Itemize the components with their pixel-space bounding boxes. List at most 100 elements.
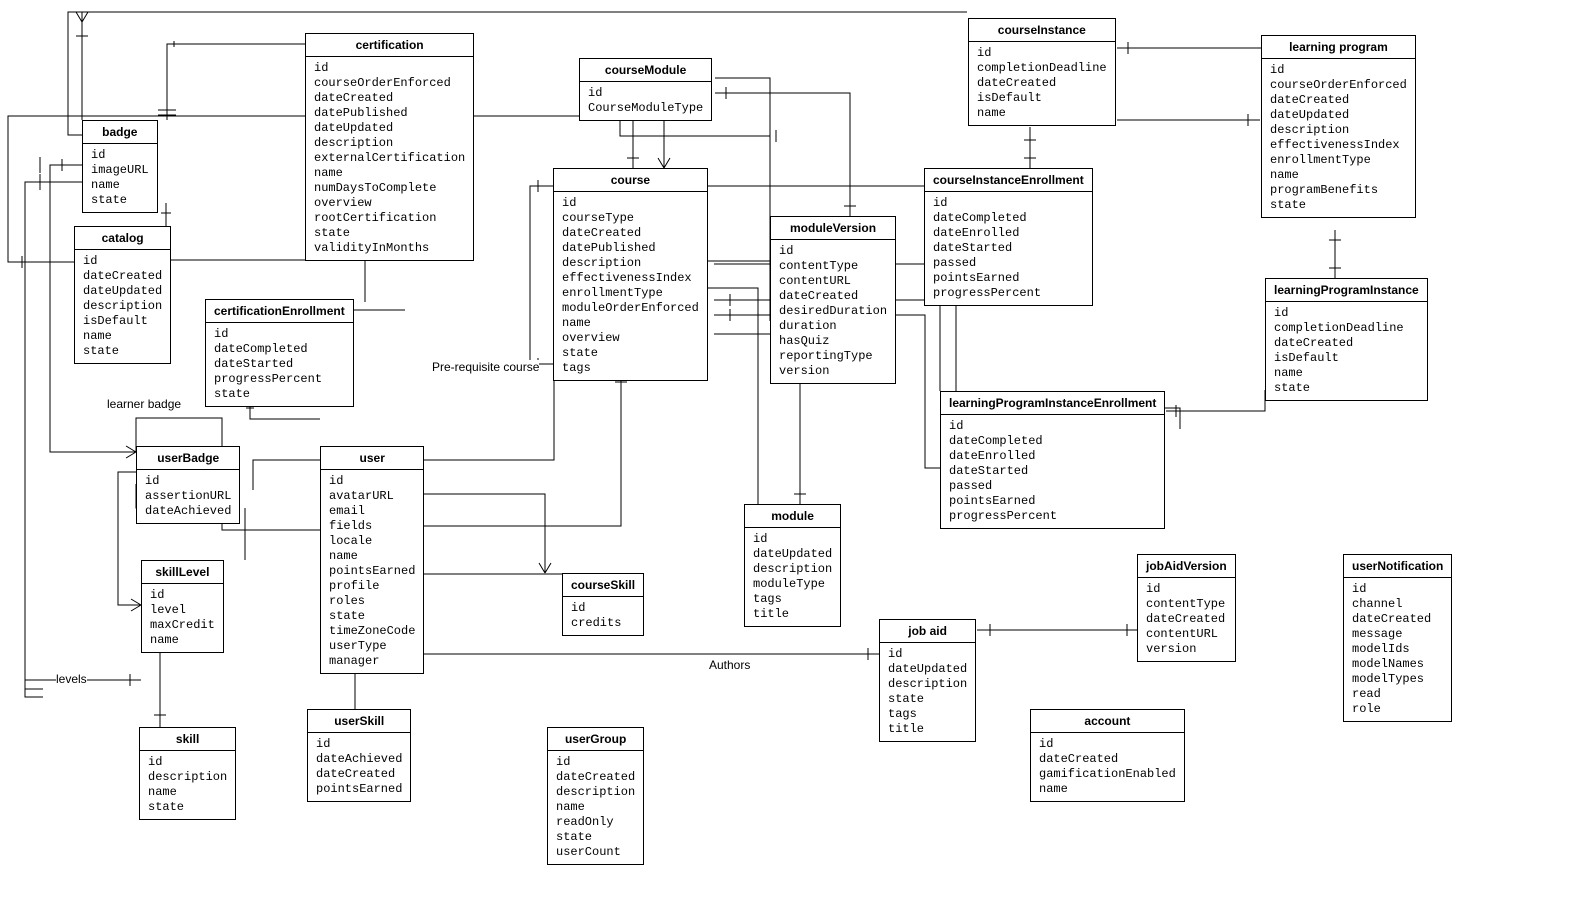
entity-skill: skilliddescriptionnamestate — [139, 727, 236, 820]
entity-attr: enrollmentType — [562, 286, 699, 301]
entity-attr: id — [316, 737, 402, 752]
entity-attr: modelTypes — [1352, 672, 1443, 687]
entity-attr: read — [1352, 687, 1443, 702]
entity-attr: description — [1270, 123, 1407, 138]
entity-skillLevel: skillLevelidlevelmaxCreditname — [141, 560, 224, 653]
entity-attr: id — [779, 244, 887, 259]
entity-courseModule: courseModuleidCourseModuleType — [579, 58, 712, 121]
entity-attr: modelIds — [1352, 642, 1443, 657]
entity-attr: id — [145, 474, 231, 489]
entity-attr: desiredDuration — [779, 304, 887, 319]
entity-attr: id — [562, 196, 699, 211]
entity-attr: dateEnrolled — [933, 226, 1084, 241]
entity-attr: dateCreated — [83, 269, 162, 284]
entity-attr: overview — [562, 331, 699, 346]
entity-attr: enrollmentType — [1270, 153, 1407, 168]
entity-attr: timeZoneCode — [329, 624, 415, 639]
entity-attr: dateUpdated — [83, 284, 162, 299]
entity-attrs: iddateCompleteddateEnrolleddateStartedpa… — [941, 415, 1164, 528]
entity-attrs: idcourseOrderEnforceddateCreateddatePubl… — [306, 57, 473, 260]
entity-attr: description — [314, 136, 465, 151]
entity-attr: tags — [753, 592, 832, 607]
entity-attrs: idcourseOrderEnforceddateCreateddateUpda… — [1262, 59, 1415, 217]
entity-jobaid: job aididdateUpdateddescriptionstatetags… — [879, 619, 976, 742]
entity-attr: effectivenessIndex — [1270, 138, 1407, 153]
relationship-label: Pre-requisite course — [432, 360, 539, 374]
entity-attrs: iddateCreateddescriptionnamereadOnlystat… — [548, 751, 643, 864]
entity-attrs: idcredits — [563, 597, 643, 635]
entity-attr: name — [562, 316, 699, 331]
entity-attr: state — [1274, 381, 1419, 396]
entity-title: userSkill — [308, 710, 410, 733]
entity-title: certification — [306, 34, 473, 57]
entity-courseInstance: courseInstanceidcompletionDeadlinedateCr… — [968, 18, 1116, 126]
entity-attr: numDaysToComplete — [314, 181, 465, 196]
entity-attr: isDefault — [83, 314, 162, 329]
entity-attr: assertionURL — [145, 489, 231, 504]
entity-attr: progressPercent — [214, 372, 345, 387]
entity-attr: id — [949, 419, 1156, 434]
entity-attr: state — [888, 692, 967, 707]
entity-catalog: catalogiddateCreateddateUpdateddescripti… — [74, 226, 171, 364]
entity-title: courseModule — [580, 59, 711, 82]
entity-attr: dateCompleted — [949, 434, 1156, 449]
entity-attr: role — [1352, 702, 1443, 717]
entity-title: learningProgramInstanceEnrollment — [941, 392, 1164, 415]
entity-attrs: idcompletionDeadlinedateCreatedisDefault… — [1266, 302, 1427, 400]
entity-attrs: iddateAchieveddateCreatedpointsEarned — [308, 733, 410, 801]
entity-attr: id — [1039, 737, 1176, 752]
entity-attrs: idcompletionDeadlinedateCreatedisDefault… — [969, 42, 1115, 125]
entity-attr: programBenefits — [1270, 183, 1407, 198]
entity-attr: id — [977, 46, 1107, 61]
entity-attrs: iddateUpdateddescriptionmoduleTypetagsti… — [745, 528, 840, 626]
entity-attr: id — [753, 532, 832, 547]
entity-attrs: iddateCompleteddateStartedprogressPercen… — [206, 323, 353, 406]
entity-attr: dateAchieved — [316, 752, 402, 767]
entity-attr: fields — [329, 519, 415, 534]
entity-attr: imageURL — [91, 163, 149, 178]
entity-title: userNotification — [1344, 555, 1451, 578]
entity-attr: moduleType — [753, 577, 832, 592]
entity-attr: dateCreated — [1146, 612, 1227, 627]
entity-title: user — [321, 447, 423, 470]
entity-attrs: iddateCompleteddateEnrolleddateStartedpa… — [925, 192, 1092, 305]
entity-userNotification: userNotificationidchanneldateCreatedmess… — [1343, 554, 1452, 722]
entity-attr: tags — [562, 361, 699, 376]
entity-attr: externalCertification — [314, 151, 465, 166]
entity-attr: description — [148, 770, 227, 785]
entity-attr: contentType — [1146, 597, 1227, 612]
entity-attrs: iddateCreateddateUpdateddescriptionisDef… — [75, 250, 170, 363]
entity-attr: id — [150, 588, 215, 603]
entity-moduleVersion: moduleVersionidcontentTypecontentURLdate… — [770, 216, 896, 384]
entity-attr: dateUpdated — [753, 547, 832, 562]
entity-attr: maxCredit — [150, 618, 215, 633]
entity-title: courseInstance — [969, 19, 1115, 42]
entity-attr: dateCreated — [1270, 93, 1407, 108]
entity-attr: id — [329, 474, 415, 489]
entity-attr: avatarURL — [329, 489, 415, 504]
entity-attr: dateCreated — [1039, 752, 1176, 767]
entity-attr: courseOrderEnforced — [1270, 78, 1407, 93]
entity-course: courseidcourseTypedateCreateddatePublish… — [553, 168, 708, 381]
entity-title: skillLevel — [142, 561, 223, 584]
entity-attr: completionDeadline — [1274, 321, 1419, 336]
entity-attr: pointsEarned — [949, 494, 1156, 509]
entity-attr: title — [753, 607, 832, 622]
entity-attr: description — [562, 256, 699, 271]
entity-attr: name — [1274, 366, 1419, 381]
entity-attr: version — [1146, 642, 1227, 657]
entity-attr: dateEnrolled — [949, 449, 1156, 464]
entity-attr: description — [753, 562, 832, 577]
entity-attr: contentURL — [1146, 627, 1227, 642]
entity-attr: id — [214, 327, 345, 342]
entity-attr: state — [556, 830, 635, 845]
relationship-label: levels — [56, 672, 87, 686]
entity-attr: tags — [888, 707, 967, 722]
entity-attr: userCount — [556, 845, 635, 860]
entity-attr: gamificationEnabled — [1039, 767, 1176, 782]
entity-title: userGroup — [548, 728, 643, 751]
entity-attrs: idcontentTypedateCreatedcontentURLversio… — [1138, 578, 1235, 661]
entity-attr: pointsEarned — [316, 782, 402, 797]
entity-attr: contentType — [779, 259, 887, 274]
entity-attr: state — [214, 387, 345, 402]
